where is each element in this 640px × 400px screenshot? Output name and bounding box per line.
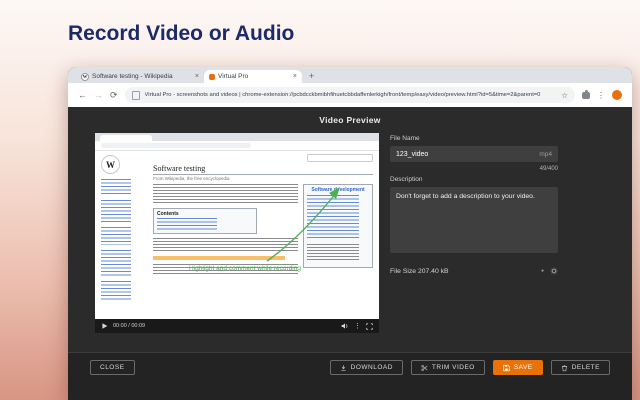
tab-virtual-pro[interactable]: Virtual Pro ×: [204, 70, 302, 83]
site-icon: [131, 90, 140, 100]
annotation-text: Highlight and comment while recording: [188, 265, 301, 272]
url-text: Virtual Pro - screenshots and videos | c…: [144, 92, 541, 98]
captured-tab-strip: [95, 133, 379, 141]
browser-menu-icon[interactable]: ⋮: [597, 91, 605, 100]
save-button[interactable]: SAVE: [492, 360, 543, 375]
wikipedia-sidebar: W: [95, 151, 149, 319]
video-time: 00:00 / 00:09: [113, 323, 146, 329]
file-name-value: 123_video: [396, 150, 429, 158]
contents-label: Contents: [157, 211, 179, 217]
sidebar-links: [101, 227, 131, 245]
contents-box: Contents: [153, 208, 257, 234]
close-label: CLOSE: [100, 364, 125, 371]
delete-label: DELETE: [571, 364, 600, 371]
tab-close-icon[interactable]: ×: [195, 73, 199, 80]
page-title: Record Video or Audio: [68, 22, 295, 45]
article-text: Contents: [153, 184, 298, 278]
delete-button[interactable]: DELETE: [550, 360, 610, 375]
description-label: Description: [390, 176, 423, 183]
page: Record Video or Audio W Software testing…: [0, 0, 640, 400]
bookmark-star-icon[interactable]: ☆: [561, 91, 568, 100]
wikipedia-favicon: W: [81, 72, 89, 81]
tab-label: Software testing - Wikipedia: [92, 73, 173, 80]
download-button[interactable]: DOWNLOAD: [329, 360, 403, 375]
download-icon: [341, 364, 346, 371]
file-name-input[interactable]: 123_video mp4: [390, 146, 558, 162]
trash-icon: [561, 364, 567, 371]
action-bar: CLOSE DOWNLOAD TRIM VIDEO SAVE DELETE: [68, 352, 632, 400]
video-player[interactable]: W Software testing From Wikipedia, the f…: [95, 133, 379, 333]
save-label: SAVE: [513, 364, 533, 371]
article-infobox: Software development: [303, 184, 373, 268]
captured-address-bar: [95, 141, 379, 151]
wikipedia-article: Software testing From Wikipedia, the fre…: [149, 151, 379, 319]
save-icon: [503, 364, 510, 371]
play-icon[interactable]: [101, 322, 108, 330]
tab-strip: W Software testing - Wikipedia × Virtual…: [68, 67, 632, 83]
tab-close-icon[interactable]: ×: [293, 73, 297, 80]
browser-window: W Software testing - Wikipedia × Virtual…: [68, 67, 632, 400]
captured-wikipedia-page: W Software testing From Wikipedia, the f…: [95, 151, 379, 319]
url-input[interactable]: Virtual Pro - screenshots and videos | c…: [124, 87, 575, 103]
extensions-icon[interactable]: [582, 89, 590, 99]
back-icon[interactable]: ←: [78, 90, 87, 100]
trim-label: TRIM VIDEO: [431, 364, 475, 371]
tab-label: Virtual Pro: [218, 73, 249, 80]
new-tab-button[interactable]: +: [309, 71, 314, 83]
recording-highlight: [153, 256, 285, 260]
file-size-text: File Size 207.40 kB: [390, 267, 449, 275]
extension-page: Video Preview W Software testing From Wi…: [68, 107, 632, 400]
sidebar-links: [101, 250, 131, 276]
address-bar: ← → ⟳ Virtual Pro - screenshots and vide…: [68, 83, 632, 107]
volume-icon[interactable]: [341, 322, 349, 330]
trim-video-button[interactable]: TRIM VIDEO: [410, 360, 485, 375]
sidebar-links: [101, 281, 131, 301]
virtual-pro-favicon: [209, 73, 215, 80]
download-label: DOWNLOAD: [350, 364, 393, 371]
tab-wikipedia[interactable]: W Software testing - Wikipedia ×: [76, 70, 204, 83]
file-extension: mp4: [539, 150, 552, 158]
fullscreen-icon[interactable]: [366, 322, 373, 330]
forward-icon[interactable]: →: [94, 90, 103, 100]
article-subtitle: From Wikipedia, the free encyclopedia: [153, 176, 230, 181]
profile-avatar[interactable]: [612, 90, 622, 100]
preview-heading: Video Preview: [319, 115, 381, 125]
description-input[interactable]: Don't forget to add a description to you…: [390, 187, 558, 253]
details-panel: File Name 123_video mp4 49/400 Descripti…: [390, 135, 558, 275]
close-button[interactable]: CLOSE: [90, 360, 135, 375]
wikipedia-search-box: [307, 154, 373, 162]
file-name-label: File Name: [390, 135, 420, 142]
video-controls: 00:00 / 00:09 ⋮: [95, 319, 379, 333]
video-frame: W Software testing From Wikipedia, the f…: [95, 133, 379, 319]
reload-icon[interactable]: ⟳: [110, 90, 118, 100]
sidebar-links: [101, 200, 131, 222]
gear-icon[interactable]: [550, 267, 558, 275]
article-title: Software testing: [153, 164, 373, 175]
status-dot-icon: ●: [540, 268, 544, 274]
char-counter: 49/400: [539, 166, 558, 172]
wikipedia-logo: W: [101, 155, 120, 174]
video-settings-icon[interactable]: ⋮: [354, 323, 361, 330]
infobox-title: Software development: [311, 187, 365, 193]
sidebar-links: [101, 179, 131, 195]
scissors-icon: [421, 364, 428, 371]
